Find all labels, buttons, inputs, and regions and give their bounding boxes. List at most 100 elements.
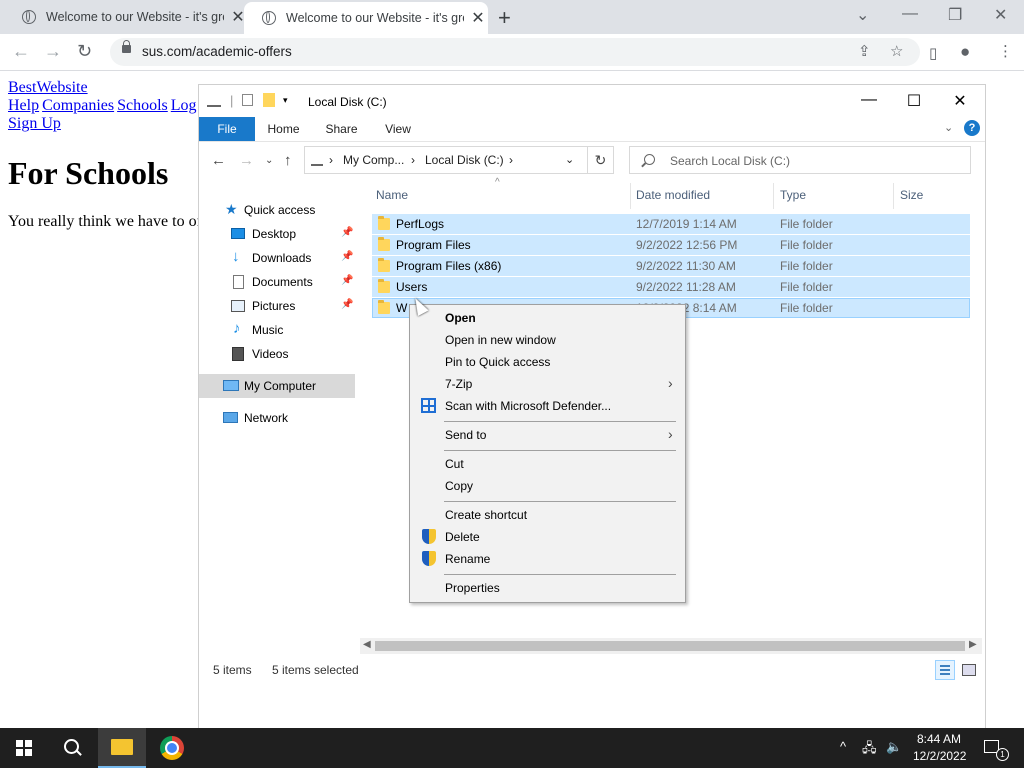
properties-icon[interactable] bbox=[242, 94, 253, 106]
menu-item-properties[interactable]: Properties bbox=[412, 577, 683, 599]
file-explorer-taskbar-icon[interactable] bbox=[98, 728, 146, 768]
page-heading: For Schools bbox=[8, 155, 169, 191]
forward-arrow-icon[interactable]: → bbox=[44, 41, 62, 62]
network-tray-icon[interactable]: 🖧 bbox=[862, 739, 877, 761]
taskbar-search-icon[interactable] bbox=[64, 739, 79, 754]
breadcrumb-separator[interactable]: › bbox=[411, 153, 415, 167]
share-icon[interactable]: ⇪ bbox=[858, 42, 871, 60]
windows-start-icon[interactable] bbox=[16, 740, 32, 756]
breadcrumb-separator[interactable]: › bbox=[509, 153, 513, 167]
nav-item-downloads[interactable]: ↓ Downloads 📌 bbox=[199, 246, 355, 270]
chrome-taskbar-icon[interactable] bbox=[160, 736, 184, 760]
scroll-right-icon[interactable]: ▶ bbox=[969, 639, 977, 650]
help-icon[interactable]: ? bbox=[964, 120, 980, 136]
scrollbar-thumb[interactable] bbox=[375, 641, 965, 651]
bookmark-star-icon[interactable]: ☆ bbox=[890, 42, 903, 60]
site-name-link[interactable]: BestWebsite bbox=[8, 79, 88, 97]
restore-icon[interactable]: ❐ bbox=[948, 5, 962, 25]
menu-item-scan-defender[interactable]: Scan with Microsoft Defender... bbox=[412, 395, 683, 417]
file-row[interactable]: Users 9/2/2022 11:28 AM File folder bbox=[372, 277, 970, 297]
refresh-icon[interactable]: ↻ bbox=[588, 146, 614, 174]
breadcrumb-my-computer[interactable]: My Comp... bbox=[343, 153, 404, 167]
nav-link-companies[interactable]: Companies bbox=[42, 97, 114, 114]
nav-item-documents[interactable]: Documents 📌 bbox=[199, 270, 355, 294]
close-icon[interactable]: ✕ bbox=[945, 91, 975, 111]
back-arrow-icon[interactable]: ← bbox=[211, 152, 226, 169]
up-arrow-icon[interactable]: ↑ bbox=[284, 152, 292, 169]
nav-item-my-computer[interactable]: My Computer bbox=[199, 374, 355, 398]
new-folder-icon[interactable] bbox=[263, 93, 275, 107]
breadcrumb-local-disk[interactable]: Local Disk (C:) bbox=[425, 153, 504, 167]
nav-link-help[interactable]: Help bbox=[8, 97, 39, 114]
expand-ribbon-chevron-icon[interactable]: ⌄ bbox=[944, 121, 953, 134]
breadcrumb-separator[interactable]: › bbox=[329, 153, 333, 167]
new-tab-button[interactable]: + bbox=[498, 5, 511, 31]
back-arrow-icon[interactable]: ← bbox=[12, 41, 30, 62]
column-divider[interactable] bbox=[893, 183, 894, 209]
volume-icon[interactable]: 🔈 bbox=[886, 739, 902, 755]
minimize-icon[interactable]: — bbox=[854, 91, 884, 109]
menu-item-label: Cut bbox=[445, 457, 464, 471]
forward-arrow-icon[interactable]: → bbox=[239, 152, 254, 169]
column-divider[interactable] bbox=[773, 183, 774, 209]
site-nav: Help Companies Schools Log bbox=[8, 97, 197, 115]
menu-item-7zip[interactable]: 7-Zip › bbox=[412, 373, 683, 395]
clock-date[interactable]: 12/2/2022 bbox=[913, 749, 966, 763]
tab-search-chevron-icon[interactable]: ⌄ bbox=[856, 5, 869, 25]
nav-item-pictures[interactable]: Pictures 📌 bbox=[199, 294, 355, 318]
column-divider[interactable] bbox=[630, 183, 631, 209]
horizontal-scrollbar[interactable]: ◀ ▶ bbox=[360, 638, 982, 654]
address-box[interactable]: › My Comp... › Local Disk (C:) › ⌄ bbox=[304, 146, 588, 174]
column-header-type[interactable]: Type bbox=[780, 188, 806, 202]
menu-item-open[interactable]: Open bbox=[412, 307, 683, 329]
quick-access-dropdown-icon[interactable]: ▾ bbox=[283, 95, 288, 106]
address-history-chevron-icon[interactable]: ⌄ bbox=[565, 153, 574, 166]
file-row[interactable]: PerfLogs 12/7/2019 1:14 AM File folder bbox=[372, 214, 970, 234]
address-bar[interactable]: sus.com/academic-offers ⇪ ☆ bbox=[110, 38, 920, 66]
profile-avatar-icon[interactable]: ● bbox=[960, 42, 970, 62]
signup-link[interactable]: Sign Up bbox=[8, 115, 61, 133]
side-panel-icon[interactable]: ▯ bbox=[929, 44, 937, 62]
column-header-size[interactable]: Size bbox=[900, 188, 923, 202]
divider: | bbox=[230, 93, 234, 108]
browser-menu-icon[interactable]: ⋮ bbox=[998, 42, 1013, 60]
minimize-icon[interactable]: — bbox=[902, 5, 918, 23]
menu-item-pin-quick-access[interactable]: Pin to Quick access bbox=[412, 351, 683, 373]
menu-item-open-new-window[interactable]: Open in new window bbox=[412, 329, 683, 351]
nav-link-schools[interactable]: Schools bbox=[117, 97, 168, 114]
nav-item-videos[interactable]: Videos bbox=[199, 342, 355, 366]
menu-item-send-to[interactable]: Send to › bbox=[412, 424, 683, 446]
ribbon-tab-file[interactable]: File bbox=[199, 117, 255, 141]
clock-time[interactable]: 8:44 AM bbox=[917, 732, 961, 746]
ribbon-tab-home[interactable]: Home bbox=[261, 117, 306, 141]
menu-item-cut[interactable]: Cut bbox=[412, 453, 683, 475]
column-header-name[interactable]: Name bbox=[376, 188, 408, 202]
column-header-date[interactable]: Date modified bbox=[636, 188, 710, 202]
reload-icon[interactable]: ↻ bbox=[77, 41, 92, 62]
close-window-icon[interactable]: ✕ bbox=[994, 5, 1007, 25]
menu-item-create-shortcut[interactable]: Create shortcut bbox=[412, 504, 683, 526]
menu-item-rename[interactable]: Rename bbox=[412, 548, 683, 570]
nav-item-desktop[interactable]: Desktop 📌 bbox=[199, 222, 355, 246]
uac-shield-icon bbox=[422, 529, 436, 544]
scroll-left-icon[interactable]: ◀ bbox=[363, 639, 371, 650]
nav-item-network[interactable]: Network bbox=[199, 406, 355, 430]
large-icons-view-icon[interactable] bbox=[959, 660, 979, 680]
maximize-icon[interactable]: ☐ bbox=[899, 91, 929, 111]
recent-locations-chevron-icon[interactable]: ⌄ bbox=[265, 155, 273, 166]
ribbon-tab-share[interactable]: Share bbox=[319, 117, 364, 141]
browser-tab-1[interactable]: Welcome to our Website - it's great ✕ bbox=[4, 0, 248, 34]
nav-link-login[interactable]: Log bbox=[171, 97, 197, 114]
nav-item-quick-access[interactable]: ★ Quick access bbox=[199, 198, 355, 222]
file-row[interactable]: Program Files (x86) 9/2/2022 11:30 AM Fi… bbox=[372, 256, 970, 276]
nav-item-music[interactable]: ♪ Music bbox=[199, 318, 355, 342]
ribbon-tab-view[interactable]: View bbox=[377, 117, 419, 141]
menu-item-delete[interactable]: Delete bbox=[412, 526, 683, 548]
menu-item-copy[interactable]: Copy bbox=[412, 475, 683, 497]
details-view-icon[interactable] bbox=[935, 660, 955, 680]
show-hidden-icons-chevron-icon[interactable]: ^ bbox=[840, 739, 846, 754]
close-tab-icon[interactable]: ✕ bbox=[470, 8, 486, 28]
browser-tab-2-active[interactable]: Welcome to our Website - it's great ✕ bbox=[244, 2, 488, 34]
search-input[interactable]: Search Local Disk (C:) bbox=[629, 146, 971, 174]
file-row[interactable]: Program Files 9/2/2022 12:56 PM File fol… bbox=[372, 235, 970, 255]
